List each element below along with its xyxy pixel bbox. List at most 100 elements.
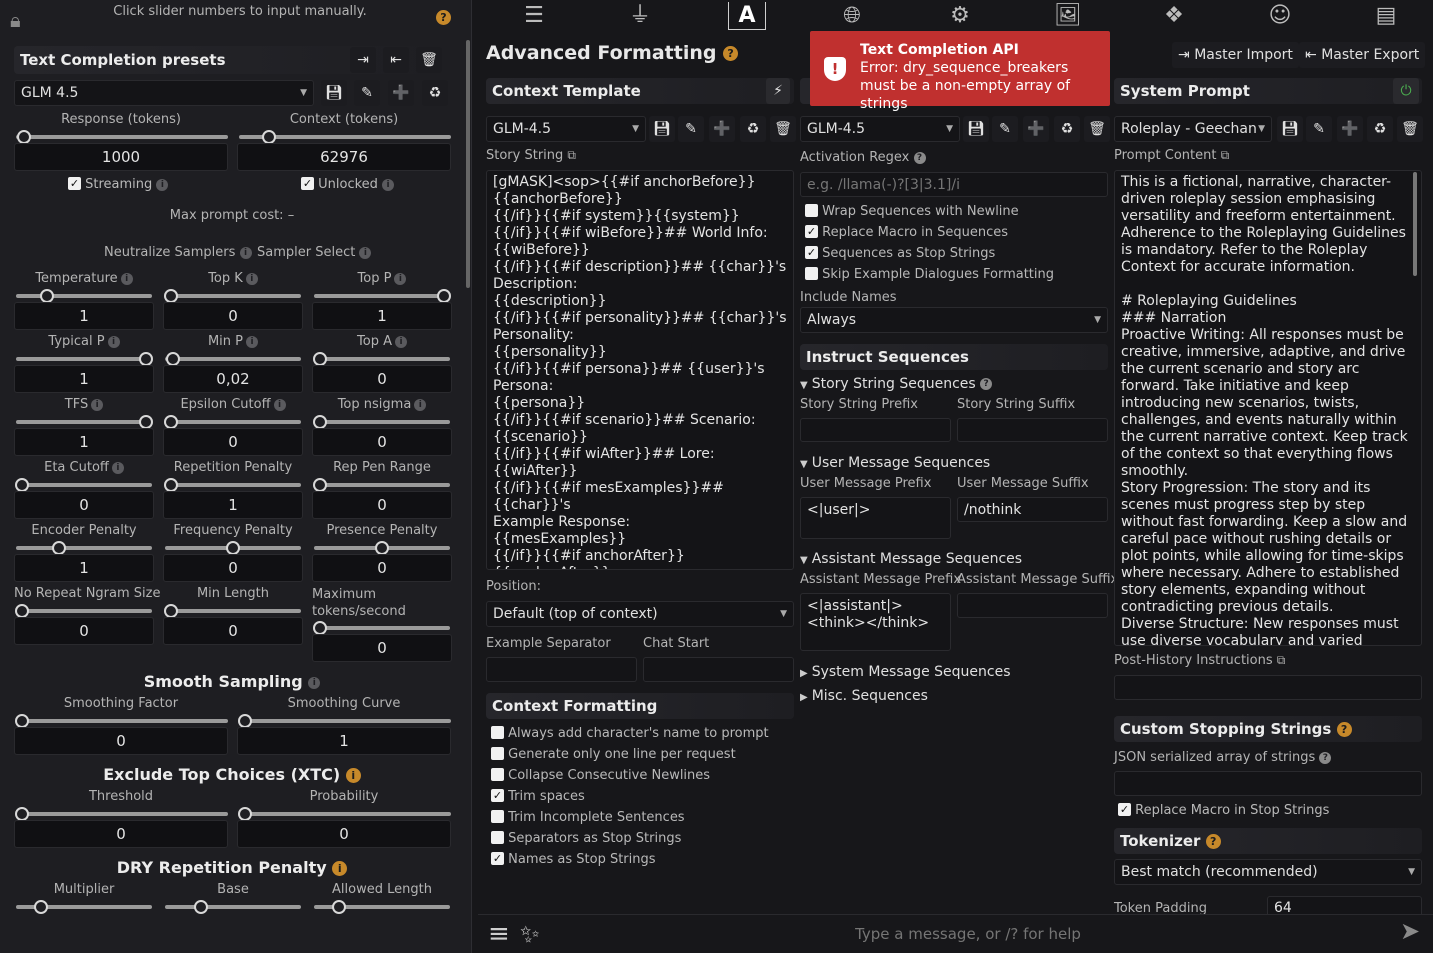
story-suffix-input[interactable]	[957, 418, 1108, 442]
master-export-button[interactable]: ⇤ Master Export	[1299, 42, 1426, 68]
sampler-input[interactable]: 0	[312, 365, 452, 393]
smoothing-factor-knob[interactable]	[15, 714, 29, 728]
sampler-input[interactable]: 0	[312, 554, 452, 582]
probability-input[interactable]: 0	[237, 820, 451, 848]
master-import-button[interactable]: ⇥ Master Import	[1172, 42, 1299, 68]
sampler-slider[interactable]	[314, 357, 450, 361]
user-gear-icon[interactable]: ⚙	[942, 2, 978, 30]
save-icon[interactable]: 💾︎	[321, 80, 347, 106]
post-history-input[interactable]	[1114, 675, 1422, 700]
sampler-slider-knob[interactable]	[15, 478, 29, 492]
pencil-icon[interactable]: ✎	[678, 116, 704, 142]
probability-slider[interactable]	[239, 812, 451, 816]
sampler-slider-knob[interactable]	[313, 621, 327, 635]
sampler-input[interactable]: 0,02	[163, 365, 303, 393]
user-seq-toggle[interactable]: ▼ User Message Sequences	[800, 455, 990, 471]
checkbox-row[interactable]: ✓ Replace Macro in Sequences	[805, 225, 1008, 240]
sampler-input[interactable]: 0	[312, 491, 452, 519]
cubes-icon[interactable]: ❖	[1156, 2, 1192, 30]
story-string-textarea[interactable]: [gMASK]<sop>{{#if anchorBefore}} {{ancho…	[486, 170, 794, 570]
recycle-icon[interactable]: ♻︎	[422, 80, 448, 106]
sampler-slider[interactable]	[16, 357, 152, 361]
recycle-icon[interactable]: ♻︎	[740, 116, 766, 142]
neutralize-samplers-button[interactable]: Neutralize Samplers i	[104, 245, 252, 260]
response-slider[interactable]	[16, 135, 228, 139]
sampler-input[interactable]: 0	[14, 491, 154, 519]
system-seq-toggle[interactable]: ▶ System Message Sequences	[800, 664, 1011, 680]
export-preset-icon[interactable]: ⇤	[383, 47, 409, 73]
sampler-select-button[interactable]: Sampler Select i	[257, 245, 372, 260]
sampler-slider-knob[interactable]	[437, 289, 451, 303]
power-icon[interactable]: ⏻	[1393, 78, 1419, 104]
smiley-icon[interactable]: ☺	[1262, 2, 1298, 30]
sampler-slider-knob[interactable]	[164, 415, 178, 429]
misc-seq-toggle[interactable]: ▶ Misc. Sequences	[800, 688, 928, 704]
import-preset-icon[interactable]: ⇥	[350, 47, 376, 73]
magic-wand-icon[interactable]: ✨︎	[520, 920, 540, 948]
assistant-seq-toggle[interactable]: ▼ Assistant Message Sequences	[800, 551, 1022, 567]
pencil-icon[interactable]: ✎	[992, 116, 1018, 142]
help-icon[interactable]: ?	[1205, 834, 1221, 849]
checkbox-row[interactable]: Trim Incomplete Sentences	[491, 810, 685, 825]
sampler-slider[interactable]	[165, 609, 301, 613]
chat-input[interactable]	[558, 920, 1378, 948]
sampler-slider-knob[interactable]	[226, 541, 240, 555]
instruct-template-select[interactable]: GLM-4.5 ▼	[800, 116, 960, 142]
sliders-icon[interactable]: ☰	[516, 2, 552, 30]
sampler-slider-knob[interactable]	[166, 352, 181, 366]
sampler-slider[interactable]	[314, 483, 450, 487]
checkbox-row[interactable]: Wrap Sequences with Newline	[805, 204, 1019, 219]
sampler-slider-knob[interactable]	[313, 415, 327, 429]
sampler-slider-knob[interactable]	[52, 541, 67, 555]
sampler-input[interactable]: 1	[312, 302, 452, 330]
trash-icon[interactable]: 🗑︎	[1397, 116, 1423, 142]
include-names-select[interactable]: Always ▼	[800, 307, 1108, 333]
example-separator-input[interactable]	[486, 657, 637, 682]
delete-preset-icon[interactable]: 🗑︎	[416, 47, 442, 73]
pencil-icon[interactable]: ✎	[354, 80, 380, 106]
base-slider[interactable]	[165, 905, 301, 909]
story-seq-toggle[interactable]: ▼ Story String Sequences ?	[800, 376, 993, 392]
plug-icon[interactable]: ⏚	[622, 2, 658, 30]
error-toast[interactable]: ! Text Completion API Error: dry_sequenc…	[810, 31, 1110, 112]
id-card-icon[interactable]: ▤	[1368, 2, 1404, 30]
pencil-icon[interactable]: ✎	[1306, 116, 1332, 142]
left-scrollbar[interactable]	[466, 40, 470, 288]
recycle-icon[interactable]: ♻︎	[1367, 116, 1393, 142]
sampler-slider[interactable]	[16, 420, 152, 424]
activation-regex-input[interactable]	[800, 172, 1108, 197]
expand-icon[interactable]: ⧉	[1277, 653, 1286, 667]
sampler-input[interactable]: 1	[14, 365, 154, 393]
file-add-icon[interactable]: ➕	[709, 116, 735, 142]
smoothing-curve-knob[interactable]	[238, 714, 252, 728]
context-template-select[interactable]: GLM-4.5 ▼	[486, 116, 646, 142]
response-slider-knob[interactable]	[17, 130, 31, 144]
sampler-slider[interactable]	[165, 420, 301, 424]
file-add-icon[interactable]: ➕	[1023, 116, 1049, 142]
sampler-input[interactable]: 0	[312, 428, 452, 456]
user-prefix-input[interactable]: <|user|>	[800, 497, 951, 539]
sampler-input[interactable]: 1	[14, 428, 154, 456]
smoothing-curve-slider[interactable]	[239, 719, 451, 723]
sampler-slider-knob[interactable]	[313, 478, 327, 492]
base-knob[interactable]	[194, 900, 208, 914]
sampler-slider[interactable]	[165, 294, 301, 298]
multiplier-knob[interactable]	[34, 900, 48, 914]
allowed-length-knob[interactable]	[332, 900, 346, 914]
sampler-slider[interactable]	[314, 420, 450, 424]
bolt-icon[interactable]: ⚡︎	[766, 78, 790, 104]
sampler-slider-knob[interactable]	[375, 541, 389, 555]
user-suffix-input[interactable]: /nothink	[957, 497, 1108, 522]
save-icon[interactable]: 💾︎	[649, 116, 675, 142]
assistant-prefix-input[interactable]: <|assistant|> <think></think>	[800, 593, 951, 651]
help-icon[interactable]: ?	[723, 46, 739, 61]
sampler-slider-knob[interactable]	[139, 352, 153, 366]
send-icon[interactable]: ➤	[1400, 917, 1420, 945]
response-input[interactable]: 1000	[14, 143, 228, 171]
context-slider-knob[interactable]	[262, 130, 276, 144]
replace-macro-stop-checkbox[interactable]: ✓ Replace Macro in Stop Strings	[1118, 803, 1329, 818]
sampler-slider[interactable]	[16, 483, 152, 487]
position-select[interactable]: Default (top of context) ▼	[486, 601, 794, 627]
sampler-slider-knob[interactable]	[39, 289, 54, 303]
sampler-slider-knob[interactable]	[139, 415, 153, 429]
